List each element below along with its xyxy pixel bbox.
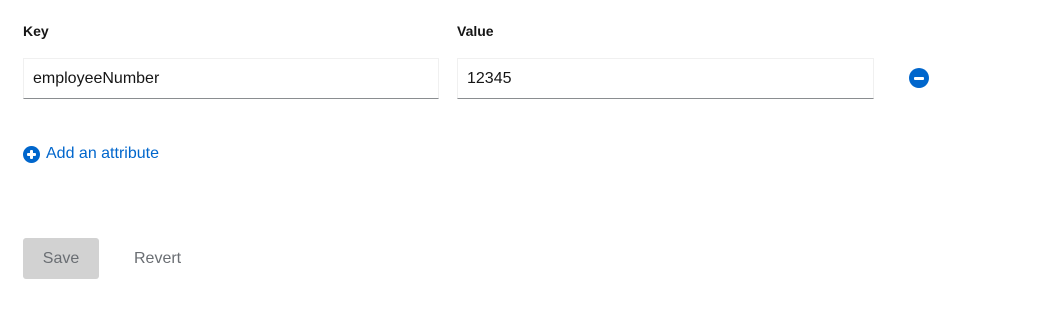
attributes-form: Key Value Add an attribute Save Revert	[0, 0, 1042, 321]
add-attribute-link[interactable]: Add an attribute	[23, 145, 159, 163]
attribute-key-input[interactable]	[33, 69, 429, 88]
revert-button[interactable]: Revert	[117, 238, 198, 279]
key-column-header: Key	[23, 23, 49, 39]
save-button[interactable]: Save	[23, 238, 99, 279]
attribute-value-field-wrapper	[457, 58, 874, 99]
plus-circle-icon	[23, 145, 40, 163]
value-column-header: Value	[457, 23, 494, 39]
minus-circle-icon	[914, 76, 924, 80]
add-attribute-label: Add an attribute	[46, 145, 159, 162]
attribute-value-input[interactable]	[467, 69, 864, 88]
attribute-key-field-wrapper	[23, 58, 439, 99]
remove-attribute-button[interactable]	[909, 68, 929, 88]
